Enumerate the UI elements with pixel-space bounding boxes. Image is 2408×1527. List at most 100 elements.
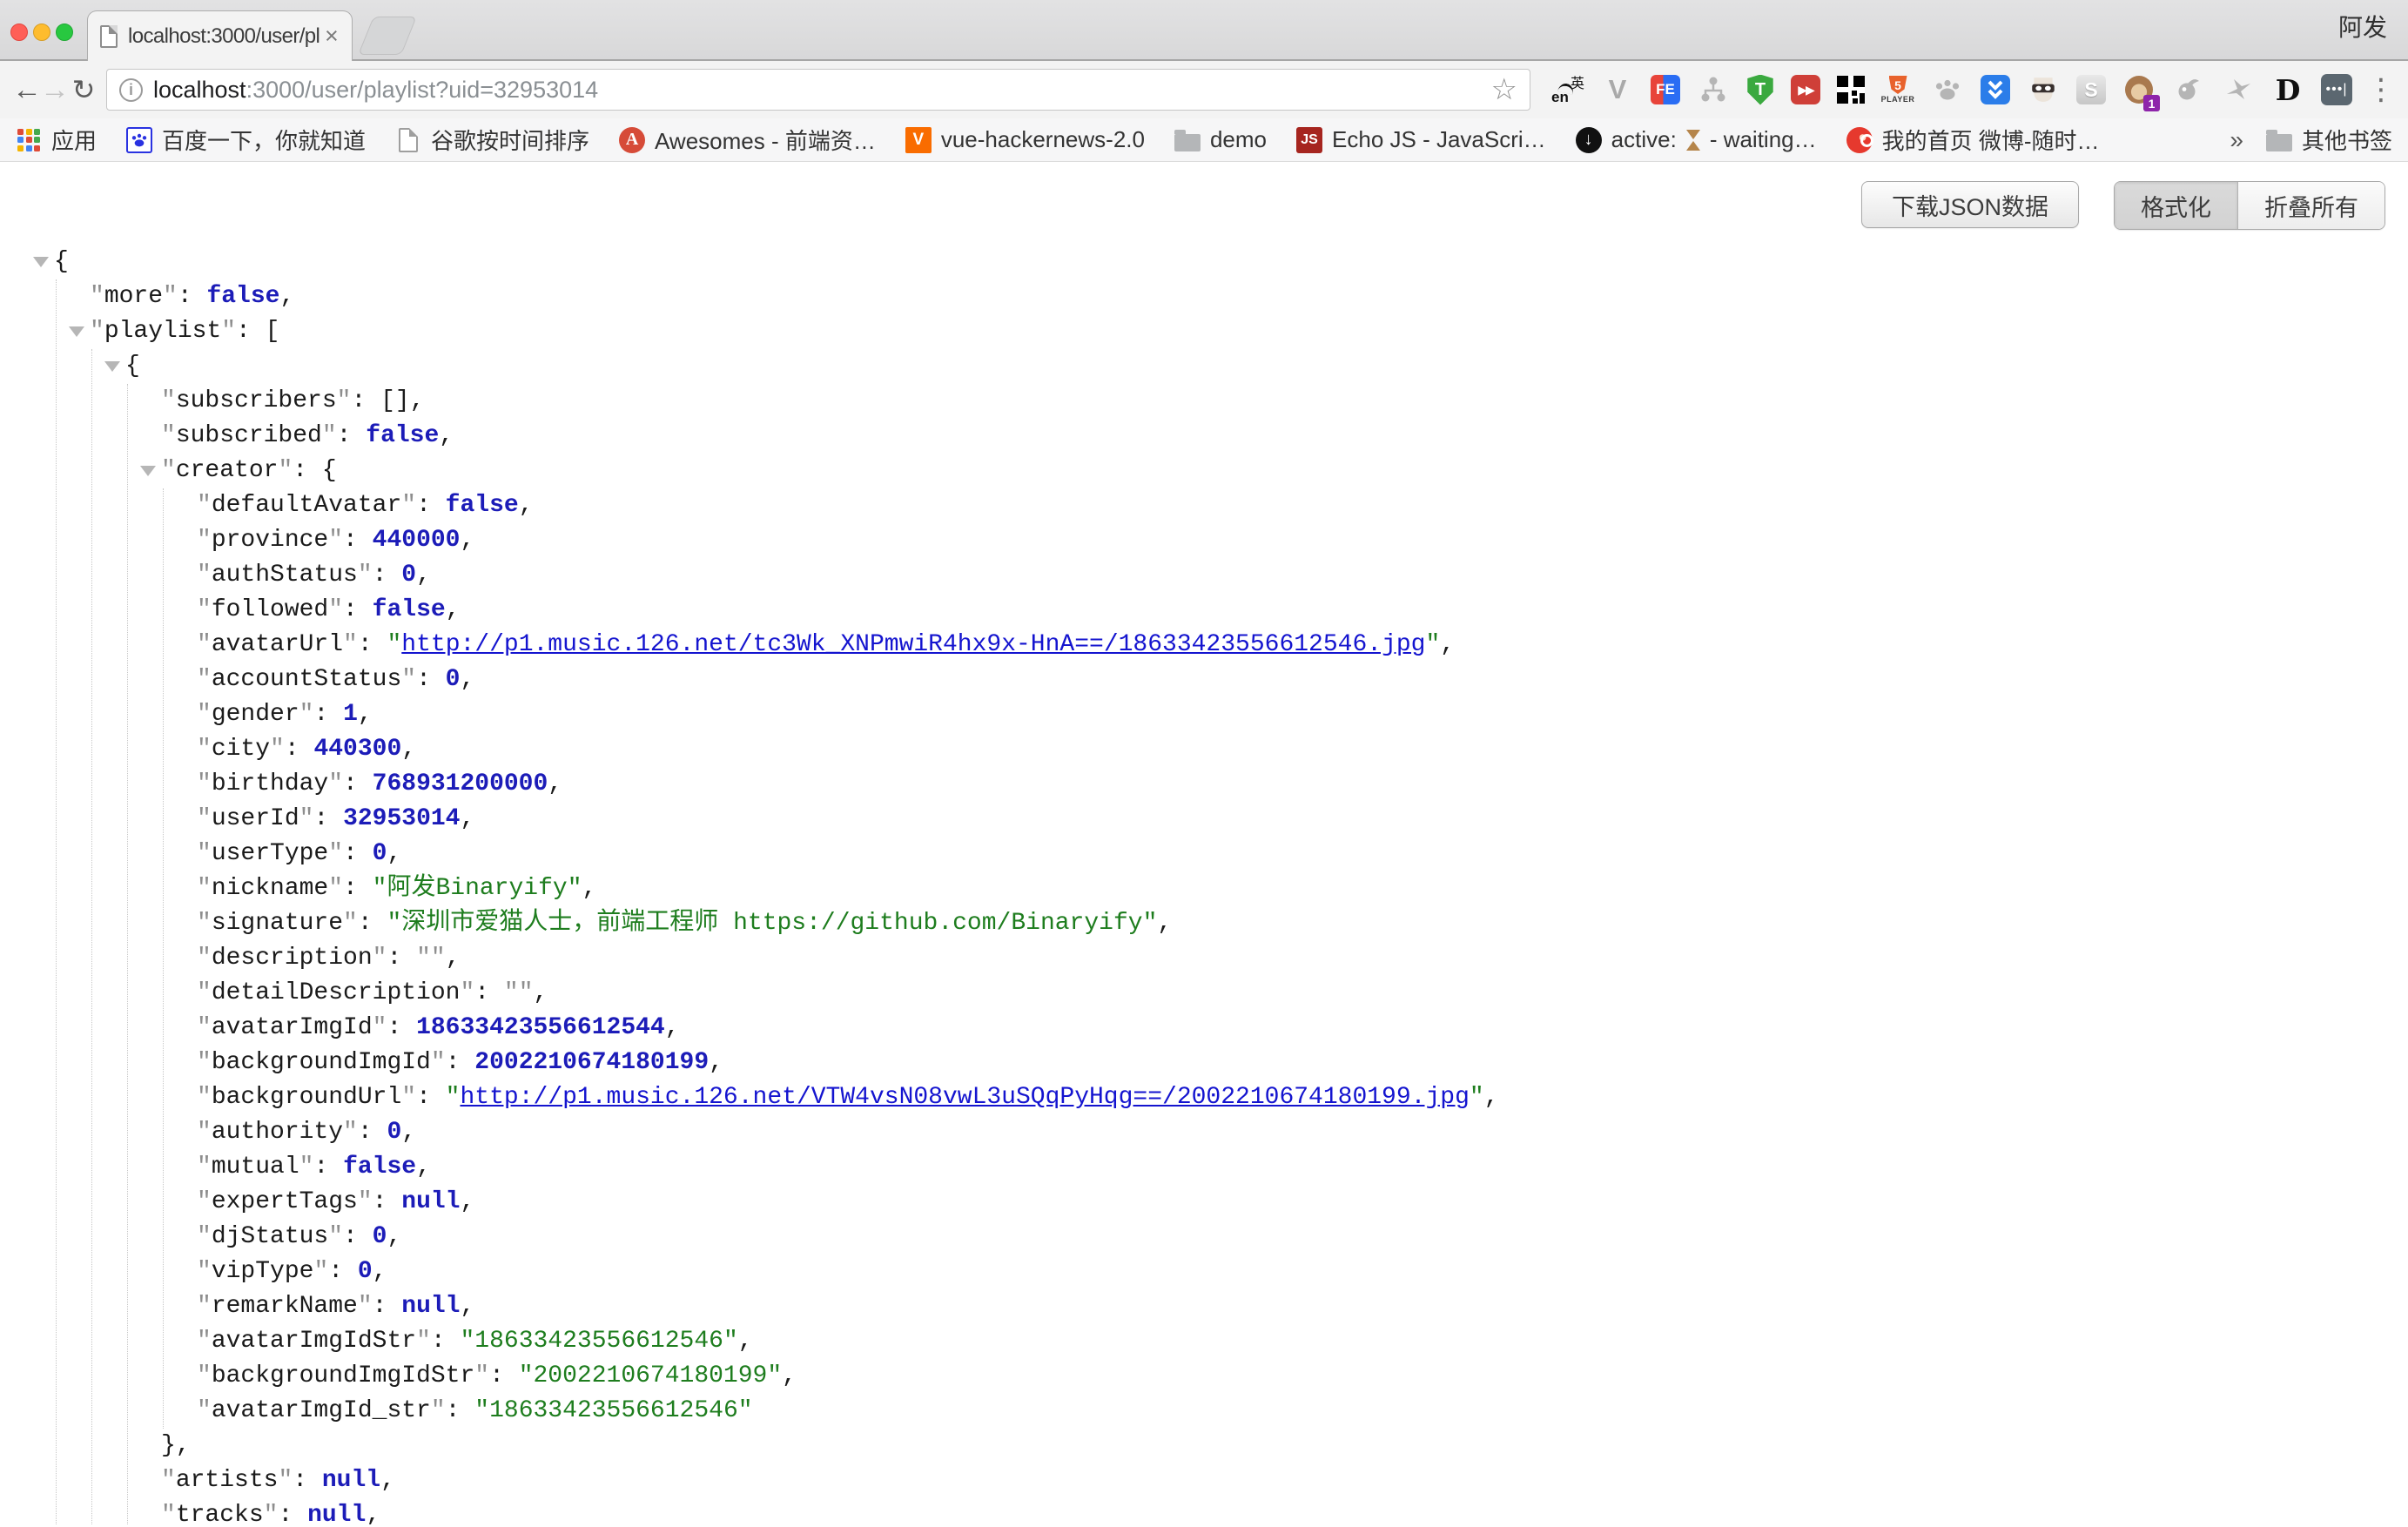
bookmark-awesomes[interactable]: AAwesomes - 前端资…	[619, 124, 876, 156]
json-key: djStatus	[212, 1223, 328, 1250]
address-bar[interactable]: i localhost :3000/user/playlist?uid=3295…	[106, 69, 1530, 111]
fast-forward-extension-icon[interactable]: ▶▶	[1791, 75, 1820, 104]
bookmark-echojs[interactable]: JSEcho JS - JavaScri…	[1296, 126, 1546, 153]
json-value: 0	[373, 1223, 387, 1250]
qr-code-extension-icon[interactable]	[1837, 76, 1865, 104]
sitemap-extension-icon[interactable]	[1697, 73, 1730, 106]
format-button[interactable]: 格式化	[2115, 182, 2237, 229]
bookmark-label: vue-hackernews-2.0	[941, 126, 1145, 153]
apps-grid-dot	[26, 137, 32, 143]
json-quote: "	[197, 1223, 212, 1250]
bookmark-active[interactable]: ↓active:- waiting…	[1576, 126, 1817, 153]
bird-extension-icon[interactable]	[2172, 73, 2205, 106]
json-string-value: 深圳市爱猫人士，前端工程师 https://github.com/Binaryi…	[401, 910, 1142, 937]
json-row: "userType": 0,	[164, 837, 2408, 871]
bookmark-demo[interactable]: demo	[1174, 126, 1267, 153]
bookmark-label: - waiting…	[1710, 126, 1817, 153]
json-quote: "	[328, 840, 343, 867]
json-quote: "	[278, 1467, 293, 1494]
json-row: "signature": "深圳市爱猫人士，前端工程师 https://gith…	[164, 906, 2408, 941]
page-info-icon[interactable]: i	[119, 78, 143, 102]
paw-extension-icon[interactable]	[1931, 73, 1964, 106]
apps-grid-dot	[34, 129, 40, 135]
json-colon: :	[178, 283, 207, 310]
shield-t-extension-icon[interactable]: T	[1746, 75, 1774, 105]
download-json-button[interactable]: 下载JSON数据	[1861, 181, 2079, 228]
bookmark-label: 我的首页 微博-随时…	[1882, 124, 2100, 156]
json-comma: ,	[460, 1188, 474, 1215]
new-tab-button[interactable]	[358, 17, 417, 55]
s-extension-icon[interactable]: S	[2076, 75, 2106, 104]
json-bracket: {	[125, 353, 140, 380]
d-extension-icon[interactable]: D	[2271, 73, 2304, 106]
double-down-extension-icon[interactable]	[1981, 75, 2010, 104]
json-colon: :	[328, 1258, 358, 1285]
json-colon: :	[278, 1502, 307, 1524]
json-quote: "	[568, 875, 582, 902]
bookmark-apps[interactable]: 应用	[16, 124, 97, 156]
json-quote: "	[328, 527, 343, 554]
url-host: localhost	[153, 77, 246, 104]
json-colon: :	[373, 1293, 402, 1320]
json-key: gender	[212, 701, 299, 728]
bookmark-label: 百度一下，你就知道	[162, 124, 366, 156]
json-row: "creator": {	[128, 454, 2408, 488]
bookmarks-overflow-chevron[interactable]: »	[2230, 126, 2243, 154]
other-bookmarks-folder[interactable]: 其他书签	[2266, 124, 2392, 156]
url-path: :3000/user/playlist?uid=32953014	[246, 77, 599, 104]
translate-extension-icon[interactable]: en英	[1551, 73, 1584, 106]
collapse-toggle-icon[interactable]	[69, 326, 84, 337]
bookmark-weibo[interactable]: 我的首页 微博-随时…	[1846, 124, 2100, 156]
back-button[interactable]: ←	[12, 75, 40, 104]
json-comma: ,	[548, 770, 562, 797]
json-row: "detailDescription": "",	[164, 976, 2408, 1011]
json-value: 0	[387, 1119, 401, 1146]
collapse-toggle-icon[interactable]	[104, 361, 120, 372]
bookmark-google-sort[interactable]: 谷歌按时间排序	[395, 124, 589, 156]
minimize-window-button[interactable]	[33, 24, 50, 41]
monkey-extension-icon[interactable]: 1	[2122, 73, 2156, 106]
json-quote: "	[197, 1328, 212, 1355]
mask-extension-icon[interactable]	[2027, 73, 2060, 106]
json-colon: :	[358, 1119, 387, 1146]
json-row: "backgroundImgId": 2002210674180199,	[164, 1046, 2408, 1080]
hummingbird-extension-icon[interactable]	[2222, 73, 2255, 106]
folder-icon	[2266, 127, 2292, 153]
json-quote: "	[723, 1328, 738, 1355]
more-dots-extension-icon[interactable]: •••|	[2321, 74, 2352, 105]
json-url-link[interactable]: http://p1.music.126.net/VTW4vsN08vwL3uSQ…	[460, 1084, 1469, 1111]
json-quote: "	[161, 1467, 176, 1494]
html5-player-extension-icon[interactable]: 5PLAYER	[1881, 73, 1914, 106]
vue-devtools-extension-icon[interactable]: V	[1601, 73, 1634, 106]
json-colon: :	[236, 318, 266, 345]
page-icon	[399, 128, 418, 152]
close-window-button[interactable]	[10, 24, 28, 41]
profile-name-label[interactable]: 阿发	[2338, 9, 2387, 44]
js-icon: JS	[1296, 127, 1322, 153]
json-quote: "	[197, 562, 212, 589]
json-value: false	[373, 596, 446, 623]
json-quote: "	[387, 910, 401, 937]
json-url-link[interactable]: http://p1.music.126.net/tc3Wk_XNPmwiR4hx…	[401, 631, 1425, 658]
collapse-toggle-icon[interactable]	[140, 466, 156, 476]
browser-menu-icon[interactable]: ⋮	[2366, 72, 2396, 107]
zoom-window-button[interactable]	[56, 24, 73, 41]
json-bracket: [	[266, 318, 280, 345]
browser-tab[interactable]: localhost:3000/user/playlist?u ×	[87, 10, 353, 61]
json-colon: :	[313, 1154, 343, 1181]
json-colon: :	[313, 701, 343, 728]
fe-extension-icon[interactable]: FE	[1651, 75, 1680, 104]
tab-close-icon[interactable]: ×	[325, 24, 339, 48]
forward-button[interactable]: →	[40, 75, 68, 104]
collapse-toggle-icon[interactable]	[33, 257, 49, 267]
json-quote: "	[1425, 631, 1440, 658]
bookmark-vue-hackernews[interactable]: Vvue-hackernews-2.0	[905, 126, 1145, 153]
json-colon: :	[416, 666, 446, 693]
json-row: "artists": null,	[128, 1463, 2408, 1498]
reload-button[interactable]: ↻	[70, 76, 98, 104]
bookmarks-bar: 应用 百度一下，你就知道谷歌按时间排序 AAwesomes - 前端资… Vvue-h…	[0, 118, 2408, 162]
bookmark-star-icon[interactable]: ☆	[1491, 72, 1517, 107]
collapse-all-button[interactable]: 折叠所有	[2237, 182, 2384, 229]
json-value: null	[322, 1467, 380, 1494]
bookmark-baidu[interactable]: 百度一下，你就知道	[126, 124, 366, 156]
